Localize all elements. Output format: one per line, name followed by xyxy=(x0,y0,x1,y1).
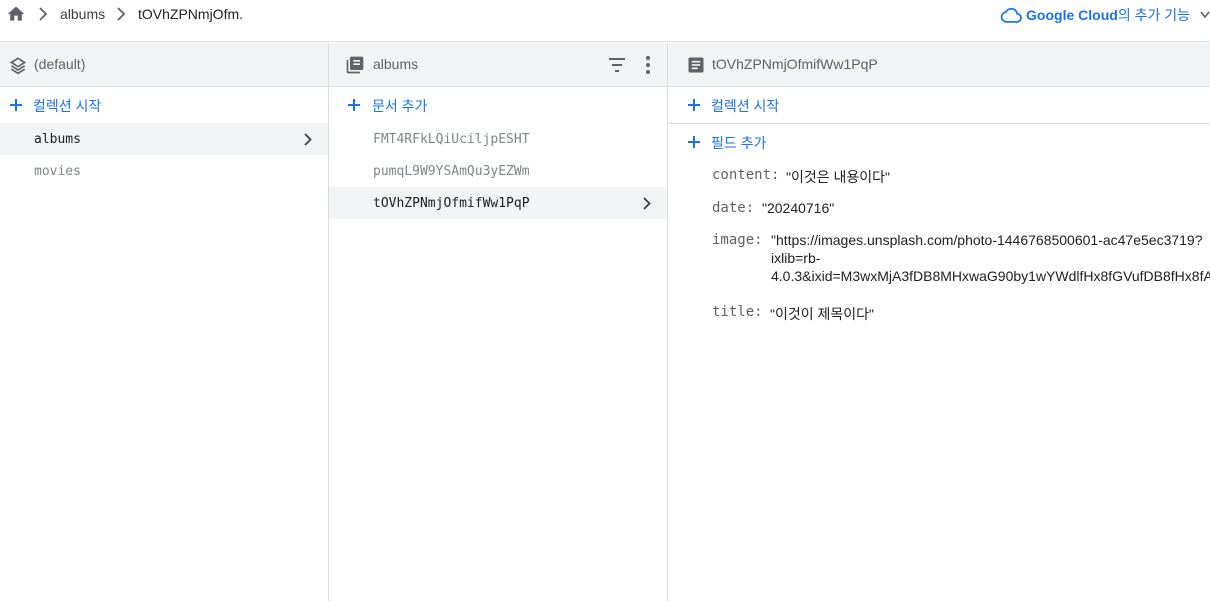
google-cloud-extensions-button[interactable]: Google Cloud 의 추가 기능 xyxy=(1000,5,1210,25)
document-item[interactable]: FMT4RFkLQiUciljpESHT xyxy=(329,123,667,155)
collection-name: albums xyxy=(34,132,81,147)
field-value-line: "https://images.unsplash.com/photo-14467… xyxy=(771,232,1203,248)
document-panel: tOVhZPNmjOfmifWw1PqP 컬렉션 시작 필드 추가 conten… xyxy=(668,43,1210,601)
document-id: FMT4RFkLQiUciljpESHT xyxy=(373,132,530,147)
breadcrumb-document[interactable]: tOVhZPNmjOfm. xyxy=(138,6,243,22)
plus-icon xyxy=(688,99,700,111)
field-value-line: ixlib=rb- xyxy=(771,250,821,266)
add-field-label: 필드 추가 xyxy=(711,135,767,151)
field-value: "이것이 제목이다" xyxy=(770,306,874,322)
chevron-right-icon xyxy=(117,7,126,21)
cloud-icon xyxy=(1000,7,1022,23)
field-value: "20240716" xyxy=(762,200,835,216)
start-collection-button[interactable]: 컬렉션 시작 xyxy=(0,87,328,123)
document-title: tOVhZPNmjOfmifWw1PqP xyxy=(712,56,878,72)
document-panel-header: tOVhZPNmjOfmifWw1PqP xyxy=(668,43,1210,87)
field-key: image: xyxy=(712,232,763,248)
field-row-image[interactable]: image: "https://images.unsplash.com/phot… xyxy=(712,232,1210,292)
document-item-selected[interactable]: tOVhZPNmjOfmifWw1PqP xyxy=(329,187,667,219)
extensions-label: 의 추가 기능 xyxy=(1117,7,1190,23)
collection-name: movies xyxy=(34,164,81,179)
start-collection-label: 컬렉션 시작 xyxy=(711,98,780,114)
chevron-right-icon xyxy=(39,7,48,21)
top-breadcrumb-bar: albums tOVhZPNmjOfm. Google Cloud 의 추가 기능 xyxy=(0,0,1210,42)
plus-icon xyxy=(688,136,700,148)
collection-title: albums xyxy=(373,56,419,72)
start-subcollection-button[interactable]: 컬렉션 시작 xyxy=(668,87,1210,124)
collection-icon xyxy=(346,56,364,74)
collection-item-movies[interactable]: movies xyxy=(0,155,328,187)
field-key: date: xyxy=(712,200,755,216)
root-panel: (default) 컬렉션 시작 albums movies xyxy=(0,43,329,601)
add-field-button[interactable]: 필드 추가 xyxy=(668,124,1210,160)
field-value-line: 4.0.3&ixid=M3wxMjA3fDB8MHxwaG90by1wYWdlf… xyxy=(771,268,1210,284)
field-key: content: xyxy=(712,167,780,183)
plus-icon xyxy=(10,99,22,111)
document-id: tOVhZPNmjOfmifWw1PqP xyxy=(373,196,530,211)
document-icon xyxy=(688,57,704,73)
plus-icon xyxy=(348,99,360,111)
breadcrumb-albums[interactable]: albums xyxy=(60,6,105,22)
field-key: title: xyxy=(712,304,763,320)
start-collection-label: 컬렉션 시작 xyxy=(33,98,102,114)
document-id: pumqL9W9YSAmQu3yEZWm xyxy=(373,164,530,179)
chevron-down-icon xyxy=(1200,11,1210,19)
google-cloud-label: Google Cloud xyxy=(1026,7,1118,23)
home-icon[interactable] xyxy=(6,4,26,24)
add-document-label: 문서 추가 xyxy=(372,98,428,114)
document-item[interactable]: pumqL9W9YSAmQu3yEZWm xyxy=(329,155,667,187)
field-value: "이것은 내용이다" xyxy=(786,169,890,185)
database-title: (default) xyxy=(34,56,86,72)
add-document-button[interactable]: 문서 추가 xyxy=(329,87,667,123)
more-vert-icon[interactable] xyxy=(645,55,651,75)
collection-panel-header: albums xyxy=(329,43,667,87)
collection-panel: albums 문서 추가 FMT4RFkLQiUciljpESHT pumqL9… xyxy=(329,43,668,601)
filter-icon[interactable] xyxy=(607,56,627,74)
database-stack-icon xyxy=(9,57,27,75)
root-panel-header: (default) xyxy=(0,43,328,87)
chevron-right-icon xyxy=(304,133,312,146)
chevron-right-icon xyxy=(643,197,651,210)
collection-item-albums[interactable]: albums xyxy=(0,123,328,155)
